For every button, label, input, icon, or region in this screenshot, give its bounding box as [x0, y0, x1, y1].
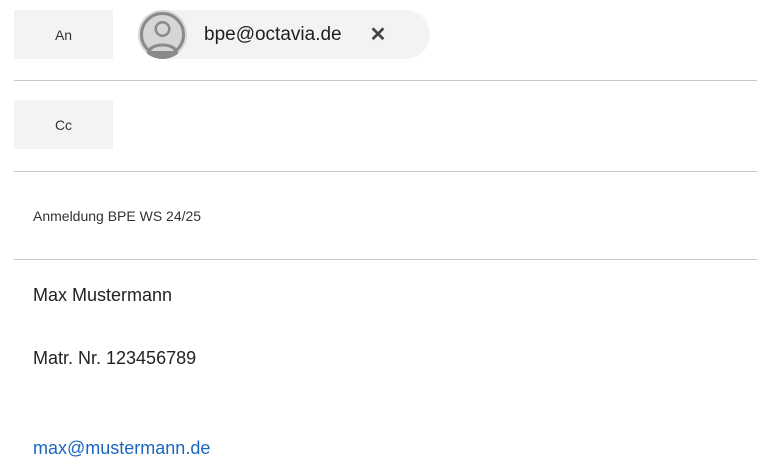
- divider: [14, 259, 757, 260]
- cc-button[interactable]: Cc: [14, 100, 113, 149]
- email-link[interactable]: max@mustermann.de: [33, 438, 210, 459]
- person-avatar-icon: [138, 10, 187, 59]
- to-label: An: [54, 26, 73, 43]
- to-button[interactable]: An: [14, 10, 113, 59]
- divider: [14, 80, 757, 81]
- body-line-matriculation: Matr. Nr. 123456789: [33, 348, 197, 368]
- mail-compose: An bpe@octavia.de ✕ Cc Anmeldung BPE WS …: [0, 0, 757, 459]
- close-icon[interactable]: ✕: [370, 25, 387, 45]
- recipient-chip[interactable]: bpe@octavia.de ✕: [138, 10, 430, 59]
- recipient-email: bpe@octavia.de: [204, 23, 342, 45]
- subject-field[interactable]: Anmeldung BPE WS 24/25: [33, 208, 201, 224]
- cc-label: Cc: [54, 116, 73, 133]
- body-line-name: Max Mustermann: [33, 285, 173, 305]
- divider: [14, 171, 757, 172]
